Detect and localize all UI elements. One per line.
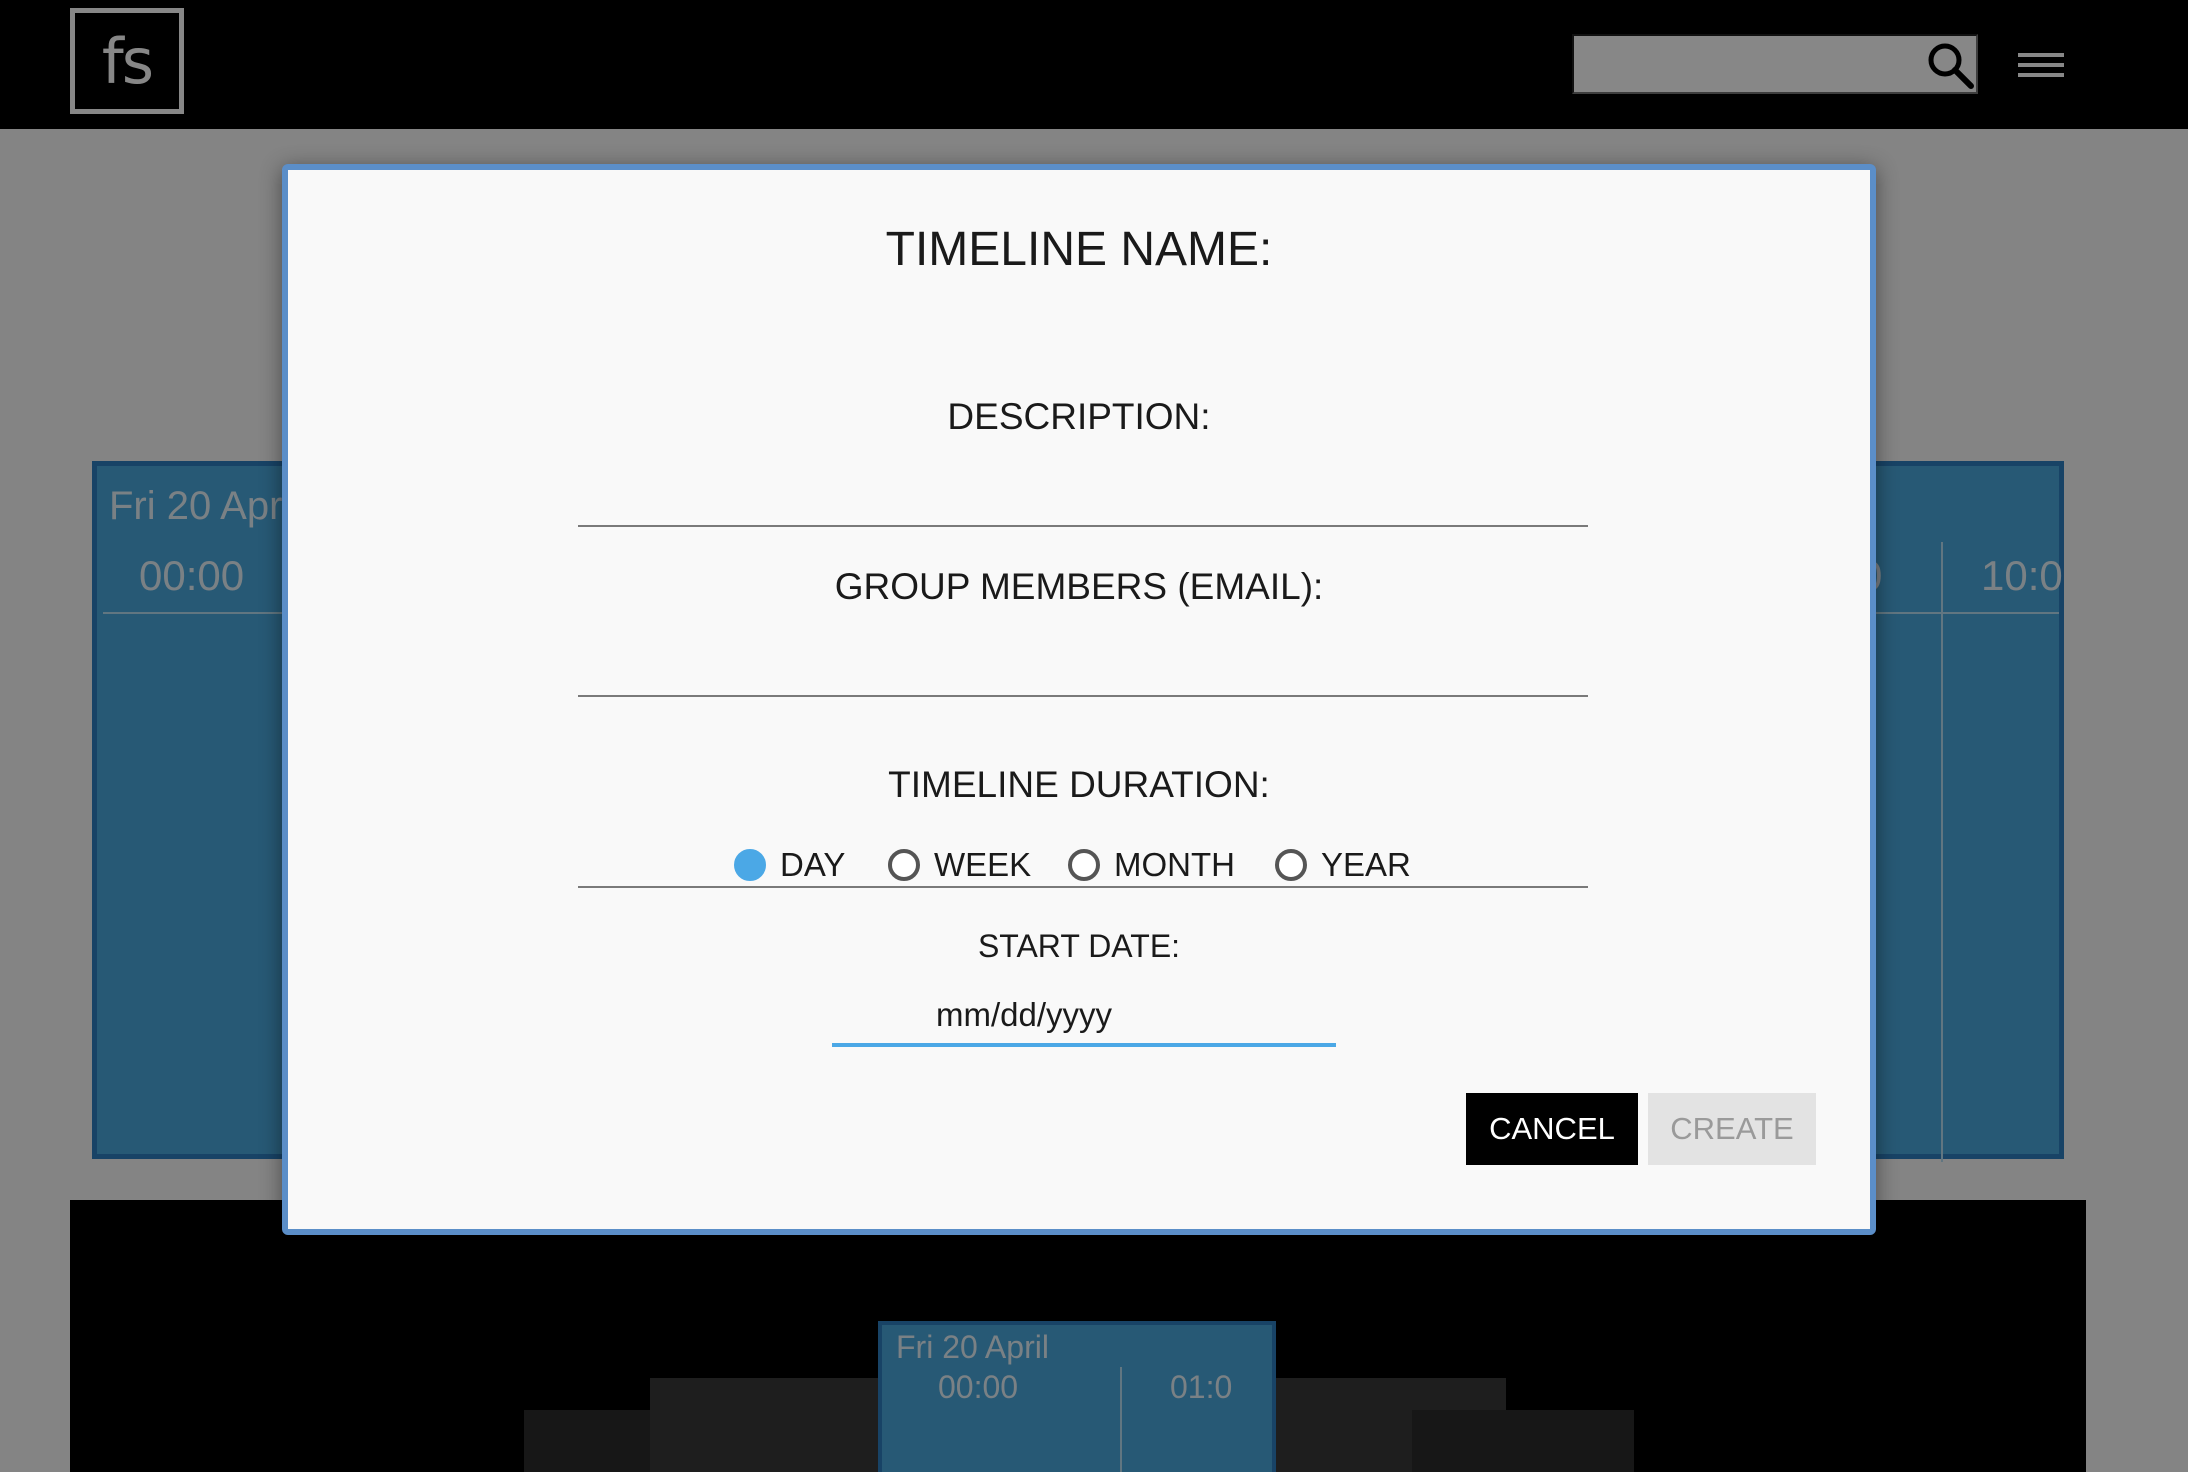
app-root: fs Fri 20 April 00:00 0 10:0 Fri 20 Apri… (0, 0, 2188, 1472)
start-date-input[interactable] (832, 987, 1336, 1047)
group-members-label: GROUP MEMBERS (EMAIL): (834, 566, 1324, 607)
cancel-button[interactable]: CANCEL (1466, 1093, 1638, 1165)
radio-unselected-icon[interactable] (1068, 849, 1100, 881)
radio-unselected-icon[interactable] (1275, 849, 1307, 881)
duration-option-day[interactable]: DAY (734, 846, 845, 884)
create-timeline-dialog: TIMELINE NAME: DESCRIPTION: GROUP MEMBER… (282, 164, 1876, 1235)
description-input[interactable] (578, 640, 1588, 696)
radio-selected-icon[interactable] (734, 849, 766, 881)
create-button[interactable]: CREATE (1648, 1093, 1816, 1165)
timeline-name-underline (578, 525, 1588, 527)
duration-radio-group: DAY WEEK MONTH YEAR (288, 846, 1870, 896)
radio-unselected-icon[interactable] (888, 849, 920, 881)
duration-option-year[interactable]: YEAR (1275, 846, 1411, 884)
duration-option-label: DAY (780, 846, 846, 883)
timeline-duration-label: TIMELINE DURATION: (888, 764, 1270, 805)
timeline-name-input[interactable] (578, 470, 1588, 526)
duration-option-label: MONTH (1114, 846, 1235, 883)
duration-option-label: YEAR (1321, 846, 1411, 883)
description-underline (578, 695, 1588, 697)
start-date-label: START DATE: (977, 928, 1181, 964)
duration-option-week[interactable]: WEEK (888, 846, 1031, 884)
duration-option-label: WEEK (934, 846, 1032, 883)
timeline-name-label: TIMELINE NAME: (885, 223, 1273, 276)
description-label: DESCRIPTION: (947, 396, 1211, 437)
duration-option-month[interactable]: MONTH (1068, 846, 1235, 884)
